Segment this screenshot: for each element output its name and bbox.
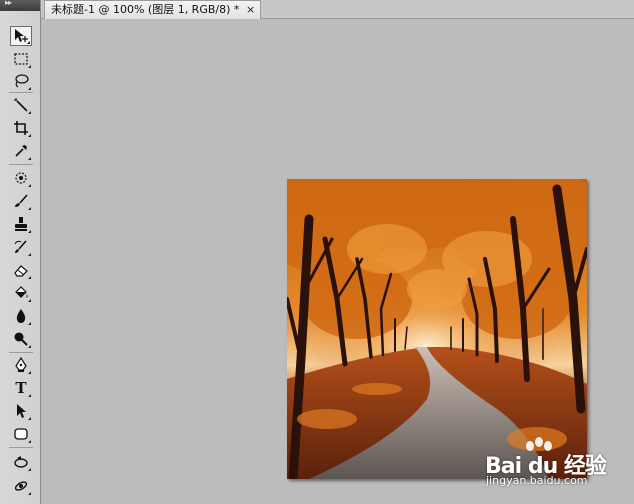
- rounded-rectangle-icon: [14, 428, 28, 440]
- dodge-icon: [14, 332, 28, 346]
- history-brush-tool[interactable]: [10, 237, 32, 257]
- lasso-tool[interactable]: [10, 71, 32, 91]
- canvas-document-image[interactable]: [287, 179, 587, 479]
- magic-wand-icon: [14, 98, 28, 112]
- eyedropper-icon: [15, 145, 27, 157]
- type-tool[interactable]: T: [10, 378, 32, 398]
- blur-drop-icon: [16, 309, 26, 323]
- baidu-jingyan-watermark: Bai du 经验 jingyan.baidu.com: [462, 436, 622, 496]
- collapse-arrows-icon[interactable]: ▸▸: [5, 0, 12, 7]
- path-selection-tool[interactable]: [10, 401, 32, 421]
- shape-tool[interactable]: [10, 424, 32, 444]
- marquee-tool[interactable]: [10, 49, 32, 69]
- rectangular-marquee-icon: [14, 53, 28, 65]
- blur-tool[interactable]: [10, 306, 32, 326]
- document-tab-title: 未标题-1 @ 100% (图层 1, RGB/8) *: [51, 3, 240, 16]
- 3d-orbit-tool[interactable]: [10, 476, 32, 496]
- pen-icon: [15, 357, 27, 372]
- 3d-orbit-icon: [14, 481, 28, 491]
- dodge-tool[interactable]: [10, 329, 32, 349]
- crop-icon: [14, 121, 28, 135]
- path-selection-icon: [17, 404, 26, 418]
- document-tab[interactable]: 未标题-1 @ 100% (图层 1, RGB/8) * ×: [44, 0, 261, 19]
- brush-icon: [15, 194, 28, 207]
- 3d-rotate-tool[interactable]: [10, 452, 32, 472]
- tools-panel: ▸▸ T: [0, 0, 41, 504]
- eraser-tool[interactable]: [10, 260, 32, 280]
- crop-tool[interactable]: [10, 118, 32, 138]
- watermark-url: jingyan.baidu.com: [486, 474, 588, 487]
- paint-bucket-tool[interactable]: [10, 283, 32, 303]
- pen-tool[interactable]: [10, 355, 32, 375]
- autumn-road-photo: [287, 179, 587, 479]
- eraser-icon: [14, 265, 28, 277]
- stamp-icon: [15, 217, 27, 231]
- panel-grip[interactable]: ▸▸: [0, 0, 40, 11]
- history-brush-icon: [14, 240, 27, 253]
- healing-brush-tool[interactable]: [10, 168, 32, 188]
- type-icon: T: [15, 378, 27, 397]
- eyedropper-tool[interactable]: [10, 141, 32, 161]
- move-tool[interactable]: [10, 26, 32, 46]
- close-icon[interactable]: ×: [246, 1, 255, 18]
- magic-wand-tool[interactable]: [10, 95, 32, 115]
- lasso-icon: [15, 74, 29, 88]
- clone-stamp-tool[interactable]: [10, 214, 32, 234]
- healing-brush-icon: [15, 172, 27, 184]
- document-tab-bar: 未标题-1 @ 100% (图层 1, RGB/8) * ×: [41, 0, 634, 19]
- brush-tool[interactable]: [10, 191, 32, 211]
- 3d-rotate-icon: [14, 456, 28, 468]
- paint-bucket-icon: [15, 286, 28, 298]
